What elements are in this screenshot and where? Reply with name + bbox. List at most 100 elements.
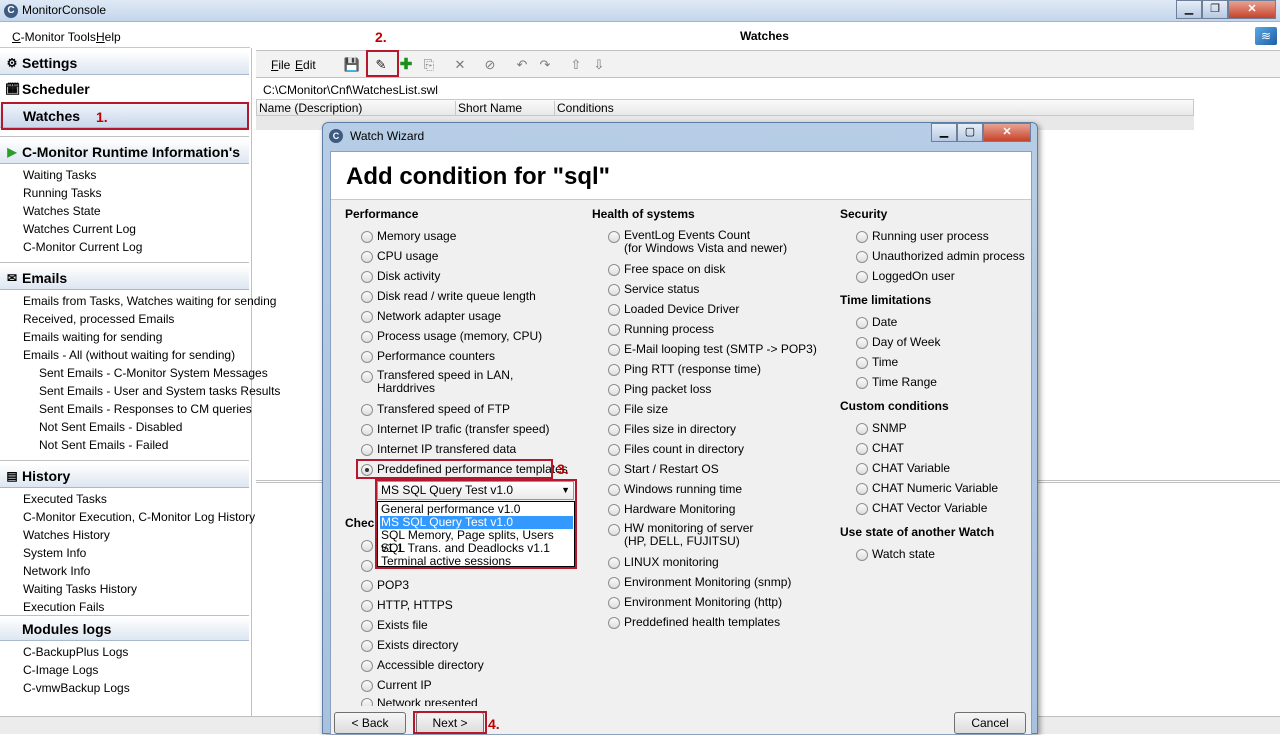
move-down-icon[interactable]: ⇩ bbox=[590, 56, 608, 74]
sidebar-item-watches-history[interactable]: Watches History bbox=[23, 528, 110, 542]
radio-process-usage[interactable] bbox=[361, 331, 373, 343]
sidebar-item-watches-state[interactable]: Watches State bbox=[23, 204, 101, 218]
sidebar-item-executed-tasks[interactable]: Executed Tasks bbox=[23, 492, 107, 506]
sidebar-item-system-info[interactable]: System Info bbox=[23, 546, 86, 560]
sidebar-item-waiting-tasks-history[interactable]: Waiting Tasks History bbox=[23, 582, 137, 596]
move-up-icon[interactable]: ⇧ bbox=[567, 56, 585, 74]
column-short-name[interactable]: Short Name bbox=[456, 101, 555, 116]
sidebar-item-sent-system[interactable]: Sent Emails - C-Monitor System Messages bbox=[39, 366, 268, 380]
sidebar-item-sent-user[interactable]: Sent Emails - User and System tasks Resu… bbox=[39, 384, 280, 398]
sidebar-item-watches-current-log[interactable]: Watches Current Log bbox=[23, 222, 136, 236]
sidebar-item-not-sent-disabled[interactable]: Not Sent Emails - Disabled bbox=[39, 420, 182, 434]
radio-eventlog[interactable] bbox=[608, 231, 620, 243]
dialog-maximize-button[interactable]: ▢ bbox=[957, 123, 983, 142]
sidebar-item-cimage-logs[interactable]: C-Image Logs bbox=[23, 663, 98, 677]
sidebar-item-emails-waiting[interactable]: Emails from Tasks, Watches waiting for s… bbox=[23, 294, 276, 308]
radio-chat[interactable] bbox=[856, 443, 868, 455]
radio-email-loop[interactable] bbox=[608, 344, 620, 356]
radio-memory-usage[interactable] bbox=[361, 231, 373, 243]
radio-loggedon-user[interactable] bbox=[856, 271, 868, 283]
radio-device-driver[interactable] bbox=[608, 304, 620, 316]
radio-predefined-health[interactable] bbox=[608, 617, 620, 629]
radio-exists-file[interactable] bbox=[361, 620, 373, 632]
sidebar-item-execution-fails[interactable]: Execution Fails bbox=[23, 600, 104, 614]
radio-ip-trafic[interactable] bbox=[361, 424, 373, 436]
radio-date[interactable] bbox=[856, 317, 868, 329]
sidebar-item-not-sent-failed[interactable]: Not Sent Emails - Failed bbox=[39, 438, 168, 452]
radio-http[interactable] bbox=[361, 600, 373, 612]
radio-ftp-speed[interactable] bbox=[361, 404, 373, 416]
radio-check-1[interactable] bbox=[361, 540, 373, 552]
cancel-button[interactable]: Cancel bbox=[954, 712, 1026, 734]
sidebar-item-emails-all[interactable]: Emails - All (without waiting for sendin… bbox=[23, 348, 235, 362]
maximize-button[interactable]: ❐ bbox=[1202, 0, 1228, 19]
sidebar-item-network-info[interactable]: Network Info bbox=[23, 564, 90, 578]
column-conditions[interactable]: Conditions bbox=[555, 101, 1193, 116]
column-name[interactable]: Name (Description) bbox=[257, 101, 456, 116]
radio-cpu-usage[interactable] bbox=[361, 251, 373, 263]
radio-chat-numeric[interactable] bbox=[856, 483, 868, 495]
radio-snmp[interactable] bbox=[856, 423, 868, 435]
radio-exists-directory[interactable] bbox=[361, 640, 373, 652]
radio-current-ip[interactable] bbox=[361, 680, 373, 692]
save-icon[interactable]: 💾 bbox=[343, 56, 361, 74]
radio-chat-vector[interactable] bbox=[856, 503, 868, 515]
delete-icon[interactable]: ✕ bbox=[451, 56, 469, 74]
radio-user-process[interactable] bbox=[856, 231, 868, 243]
dialog-close-button[interactable]: ✕ bbox=[983, 123, 1031, 142]
add-icon[interactable]: ✚ bbox=[397, 56, 415, 74]
radio-free-space[interactable] bbox=[608, 264, 620, 276]
radio-chat-variable[interactable] bbox=[856, 463, 868, 475]
radio-file-size[interactable] bbox=[608, 404, 620, 416]
sidebar-item-running-tasks[interactable]: Running Tasks bbox=[23, 186, 102, 200]
radio-env-snmp[interactable] bbox=[608, 577, 620, 589]
file-menu[interactable]: File bbox=[271, 58, 290, 72]
sidebar-item-sent-responses[interactable]: Sent Emails - Responses to CM queries bbox=[39, 402, 252, 416]
radio-admin-process[interactable] bbox=[856, 251, 868, 263]
radio-check-2[interactable] bbox=[361, 560, 373, 572]
sidebar-item-cmonitor-execution[interactable]: C-Monitor Execution, C-Monitor Log Histo… bbox=[23, 510, 255, 524]
redo-icon[interactable]: ↷ bbox=[536, 56, 554, 74]
radio-running-process[interactable] bbox=[608, 324, 620, 336]
sidebar-item-waiting-tasks[interactable]: Waiting Tasks bbox=[23, 168, 96, 182]
copy-icon[interactable]: ⎘ bbox=[420, 56, 438, 74]
sidebar-item-cvmwbackup-logs[interactable]: C-vmwBackup Logs bbox=[23, 681, 130, 695]
radio-files-size-dir[interactable] bbox=[608, 424, 620, 436]
sidebar-item-cmonitor-current-log[interactable]: C-Monitor Current Log bbox=[23, 240, 142, 254]
sidebar-runtime[interactable]: ▶ C-Monitor Runtime Information's bbox=[0, 140, 249, 164]
sidebar-item-received-emails[interactable]: Received, processed Emails bbox=[23, 312, 174, 326]
menu-cmonitor-tools[interactable]: C-Monitor Tools bbox=[12, 30, 96, 44]
radio-linux[interactable] bbox=[608, 557, 620, 569]
radio-service-status[interactable] bbox=[608, 284, 620, 296]
sidebar-scheduler[interactable]: 🗓 Scheduler bbox=[0, 77, 249, 101]
radio-ip-data[interactable] bbox=[361, 444, 373, 456]
sidebar-emails[interactable]: ✉ Emails bbox=[0, 266, 249, 290]
radio-env-http[interactable] bbox=[608, 597, 620, 609]
edit-menu[interactable]: Edit bbox=[295, 58, 316, 72]
radio-disk-activity[interactable] bbox=[361, 271, 373, 283]
radio-time[interactable] bbox=[856, 357, 868, 369]
sidebar-history[interactable]: ▤ History bbox=[0, 464, 249, 488]
radio-ping-rtt[interactable] bbox=[608, 364, 620, 376]
radio-watch-state[interactable] bbox=[856, 549, 868, 561]
radio-hardware-monitoring[interactable] bbox=[608, 504, 620, 516]
radio-accessible-directory[interactable] bbox=[361, 660, 373, 672]
radio-time-range[interactable] bbox=[856, 377, 868, 389]
sidebar-item-cbackupplus-logs[interactable]: C-BackupPlus Logs bbox=[23, 645, 128, 659]
sidebar-item-emails-waiting-sending[interactable]: Emails waiting for sending bbox=[23, 330, 162, 344]
close-button[interactable]: ✕ bbox=[1228, 0, 1276, 19]
radio-network-presented[interactable] bbox=[361, 698, 373, 706]
radio-hw-server[interactable] bbox=[608, 524, 620, 536]
undo-icon[interactable]: ↶ bbox=[513, 56, 531, 74]
radio-pop3[interactable] bbox=[361, 580, 373, 592]
radio-disk-queue[interactable] bbox=[361, 291, 373, 303]
minimize-button[interactable]: ▁ bbox=[1176, 0, 1202, 19]
sidebar-settings[interactable]: ⚙ Settings bbox=[0, 51, 249, 75]
radio-network-adapter[interactable] bbox=[361, 311, 373, 323]
radio-lan-speed[interactable] bbox=[361, 371, 373, 383]
radio-files-count[interactable] bbox=[608, 444, 620, 456]
radio-ping-loss[interactable] bbox=[608, 384, 620, 396]
radio-restart-os[interactable] bbox=[608, 464, 620, 476]
radio-day-of-week[interactable] bbox=[856, 337, 868, 349]
radio-windows-running[interactable] bbox=[608, 484, 620, 496]
